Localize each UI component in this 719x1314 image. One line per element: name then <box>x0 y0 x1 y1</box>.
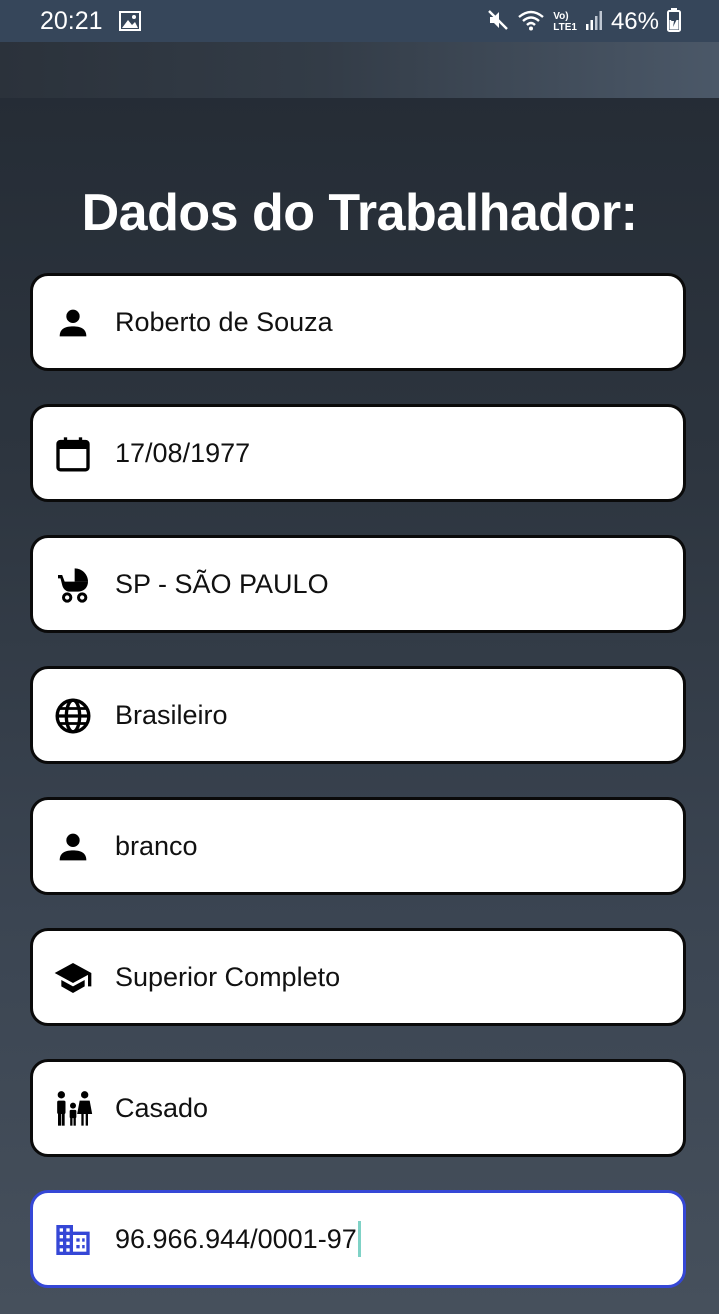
volte-bottom-label: LTE1 <box>553 22 577 33</box>
person-icon <box>53 303 93 343</box>
status-time: 20:21 <box>40 7 103 35</box>
cnpj-value-wrapper: 96.966.944/0001-97 <box>115 1193 361 1285</box>
race-color-field[interactable]: branco <box>30 797 686 895</box>
signal-icon <box>585 9 603 36</box>
volte-icon: Vo) LTE1 <box>553 11 577 33</box>
building-icon <box>53 1220 93 1260</box>
battery-percentage: 46% <box>610 8 659 35</box>
education-value: Superior Completo <box>115 962 341 992</box>
image-notification-icon <box>119 11 141 36</box>
person-icon <box>53 827 93 867</box>
wifi-icon <box>517 9 545 36</box>
status-icons: Vo) LTE1 46% <box>479 7 681 37</box>
mute-icon <box>487 9 509 36</box>
nationality-value: Brasileiro <box>115 700 228 730</box>
page-title: Dados do Trabalhador: <box>81 184 638 242</box>
stroller-icon <box>53 565 93 605</box>
education-field[interactable]: Superior Completo <box>30 928 686 1026</box>
cnpj-value: 96.966.944/0001-97 <box>115 1224 357 1254</box>
text-cursor <box>357 1220 361 1257</box>
marital-status-field[interactable]: Casado <box>30 1059 686 1157</box>
birthplace-value: SP - SÃO PAULO <box>115 569 329 599</box>
birthplace-field[interactable]: SP - SÃO PAULO <box>30 535 686 633</box>
battery-charging-icon <box>667 7 681 37</box>
name-value: Roberto de Souza <box>115 307 333 337</box>
race-color-value: branco <box>115 831 198 861</box>
calendar-icon <box>53 434 93 474</box>
cnpj-input[interactable]: 96.966.944/0001-97 <box>30 1190 686 1288</box>
volte-top-label: Vo) <box>553 11 569 22</box>
graduation-cap-icon <box>53 958 93 998</box>
app-bar <box>0 42 719 98</box>
nationality-field[interactable]: Brasileiro <box>30 666 686 764</box>
globe-icon <box>53 696 93 736</box>
name-field[interactable]: Roberto de Souza <box>30 273 686 371</box>
marital-status-value: Casado <box>115 1093 209 1123</box>
birthdate-value: 17/08/1977 <box>115 438 251 468</box>
family-icon <box>53 1089 93 1129</box>
birthdate-field[interactable]: 17/08/1977 <box>30 404 686 502</box>
status-bar: 20:21 Vo) LTE1 46% <box>0 0 719 42</box>
